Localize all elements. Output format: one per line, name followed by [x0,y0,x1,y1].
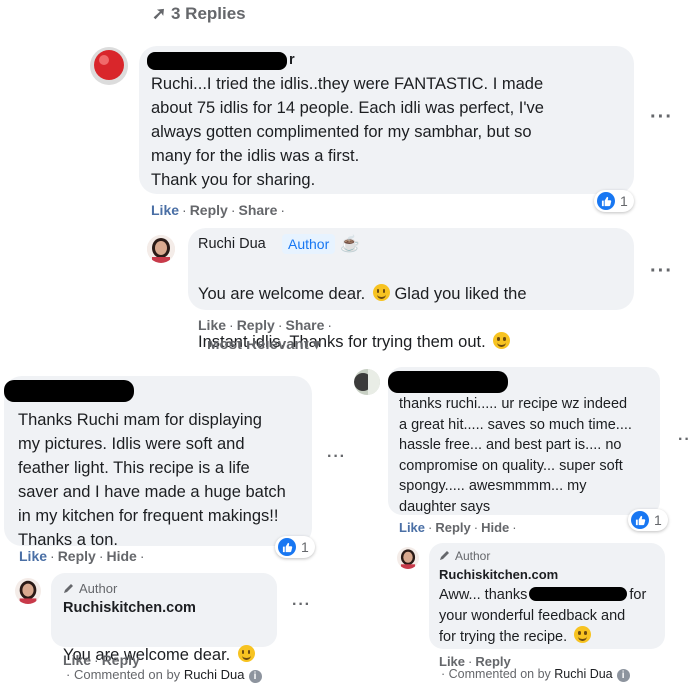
reply-bubble: Author Ruchiskitchen.com You are welcome… [51,573,277,664]
comment-text: thanks ruchi..... ur recipe wz indeed a … [399,396,632,515]
avatar[interactable] [354,369,380,395]
author-avatar[interactable] [15,578,41,604]
coffee-icon: ☕ [340,236,360,253]
commented-by-prefix: Commented on by [448,667,551,681]
left-panel: Thanks Ruchi mam for displaying my pictu… [0,370,350,700]
author-name[interactable]: Ruchiskitchen.com [63,600,196,616]
reaction-count-text: 1 [301,539,309,555]
like-reaction-icon [597,192,615,210]
author-avatar[interactable] [397,547,419,569]
smile-emoji-icon [493,332,511,349]
like-reaction-icon [631,511,649,529]
reaction-count-text: 1 [620,193,628,209]
like-reaction-icon [278,538,296,556]
more-options-icon[interactable]: ·· [678,431,691,449]
replies-label: 3 Replies [170,4,246,23]
reply-link[interactable]: Reply [435,520,470,535]
reply-arrow-icon: ➚ [152,4,167,23]
info-icon[interactable]: i [616,669,630,682]
comment-bubble: Thanks Ruchi mam for displaying my pictu… [4,376,312,549]
reply-text: Aww... thanks for your wonderful feedback… [439,585,665,648]
commented-by: · Commented on by Ruchi Dua i [441,667,630,682]
commenter-name-tail: r [289,52,295,68]
author-avatar[interactable] [147,235,175,263]
reply-link[interactable]: Reply [58,548,96,564]
chevron-down-icon: ▾ [312,341,321,350]
share-link[interactable]: Share [285,317,324,333]
hide-link[interactable]: Hide [481,520,509,535]
commented-by: · Commented on by Ruchi Dua i [66,667,262,683]
comment-text: Thanks Ruchi mam for displaying my pictu… [18,411,286,549]
sort-dropdown[interactable]: Most Relevant ▾ [207,341,320,350]
like-link[interactable]: Like [399,520,425,535]
comment-bubble: thanks ruchi..... ur recipe wz indeed a … [388,367,660,515]
author-badge: Author [63,581,117,596]
smile-emoji-icon [372,284,390,301]
author-badge-label: Author [455,549,491,563]
right-panel: thanks ruchi..... ur recipe wz indeed a … [350,363,700,700]
top-panel: ➚ 3 Replies r Ruchi...I tried the idlis.… [12,0,688,351]
pen-icon [440,551,449,560]
redacted-name [4,380,134,402]
reply-bubble: Ruchi Dua Author ☕ You are welcome dear.… [188,228,634,351]
reply-bubble: Author Ruchiskitchen.com Aww... thanks fo… [429,543,665,649]
more-options-icon[interactable]: ··· [650,106,673,129]
comment-actions: Like · Reply · Hide · [19,548,145,564]
redacted-name [388,371,508,393]
more-options-icon[interactable]: ··· [327,448,346,466]
reply-actions: Like · Reply · Share · [198,317,333,333]
reply-link[interactable]: Reply [190,202,228,218]
reply-text-line3: for trying the recipe. [439,629,568,645]
reply-text: You are welcome dear. Glad you liked the… [198,258,628,354]
pen-icon [64,584,73,593]
comment-bubble: r Ruchi...I tried the idlis..they were F… [139,46,634,194]
smile-emoji-icon [574,626,592,643]
author-badge-label: Author [79,581,118,596]
reply-text-line2: your wonderful feedback and [439,607,626,624]
hide-link[interactable]: Hide [106,548,136,564]
reaction-count[interactable]: 1 [594,190,634,212]
like-link[interactable]: Like [151,202,179,218]
replies-link[interactable]: ➚ 3 Replies [152,4,246,26]
reply-text-line1b: for [629,587,647,603]
author-badge: Author [282,234,336,254]
more-options-icon[interactable]: ··· [292,596,311,614]
redacted-name [147,52,287,70]
commented-by-name[interactable]: Ruchi Dua [184,667,245,682]
reaction-count[interactable]: 1 [628,509,668,531]
reaction-count-text: 1 [654,512,662,528]
like-link[interactable]: Like [198,317,226,333]
avatar[interactable] [90,47,128,85]
author-name[interactable]: Ruchiskitchen.com [439,567,558,582]
info-icon[interactable]: i [248,670,262,683]
reaction-count[interactable]: 1 [275,536,315,558]
comment-actions: Like · Reply · Hide · [399,520,517,535]
author-name[interactable]: Ruchi Dua [198,236,266,252]
reply-text-line1b: Glad you liked the [394,285,527,303]
reply-text-line1a: You are welcome dear. [198,285,366,303]
reply-actions: Like · Reply [63,652,140,668]
reply-text-line1a: Aww... thanks [439,587,528,603]
author-badge: Author [439,549,490,563]
reply-link[interactable]: Reply [237,317,275,333]
more-options-icon[interactable]: ··· [650,260,673,283]
smile-emoji-icon [237,645,255,662]
reply-link[interactable]: Reply [102,652,140,668]
commented-by-name[interactable]: Ruchi Dua [554,667,612,681]
share-link[interactable]: Share [238,202,277,218]
comment-text: Ruchi...I tried the idlis..they were FAN… [151,75,544,189]
comment-actions: Like · Reply · Share · [151,202,286,218]
sort-label: Most Relevant [207,341,309,350]
like-link[interactable]: Like [19,548,47,564]
commented-by-prefix: Commented on by [73,667,181,682]
redacted-name [529,587,628,601]
like-link[interactable]: Like [63,652,91,668]
